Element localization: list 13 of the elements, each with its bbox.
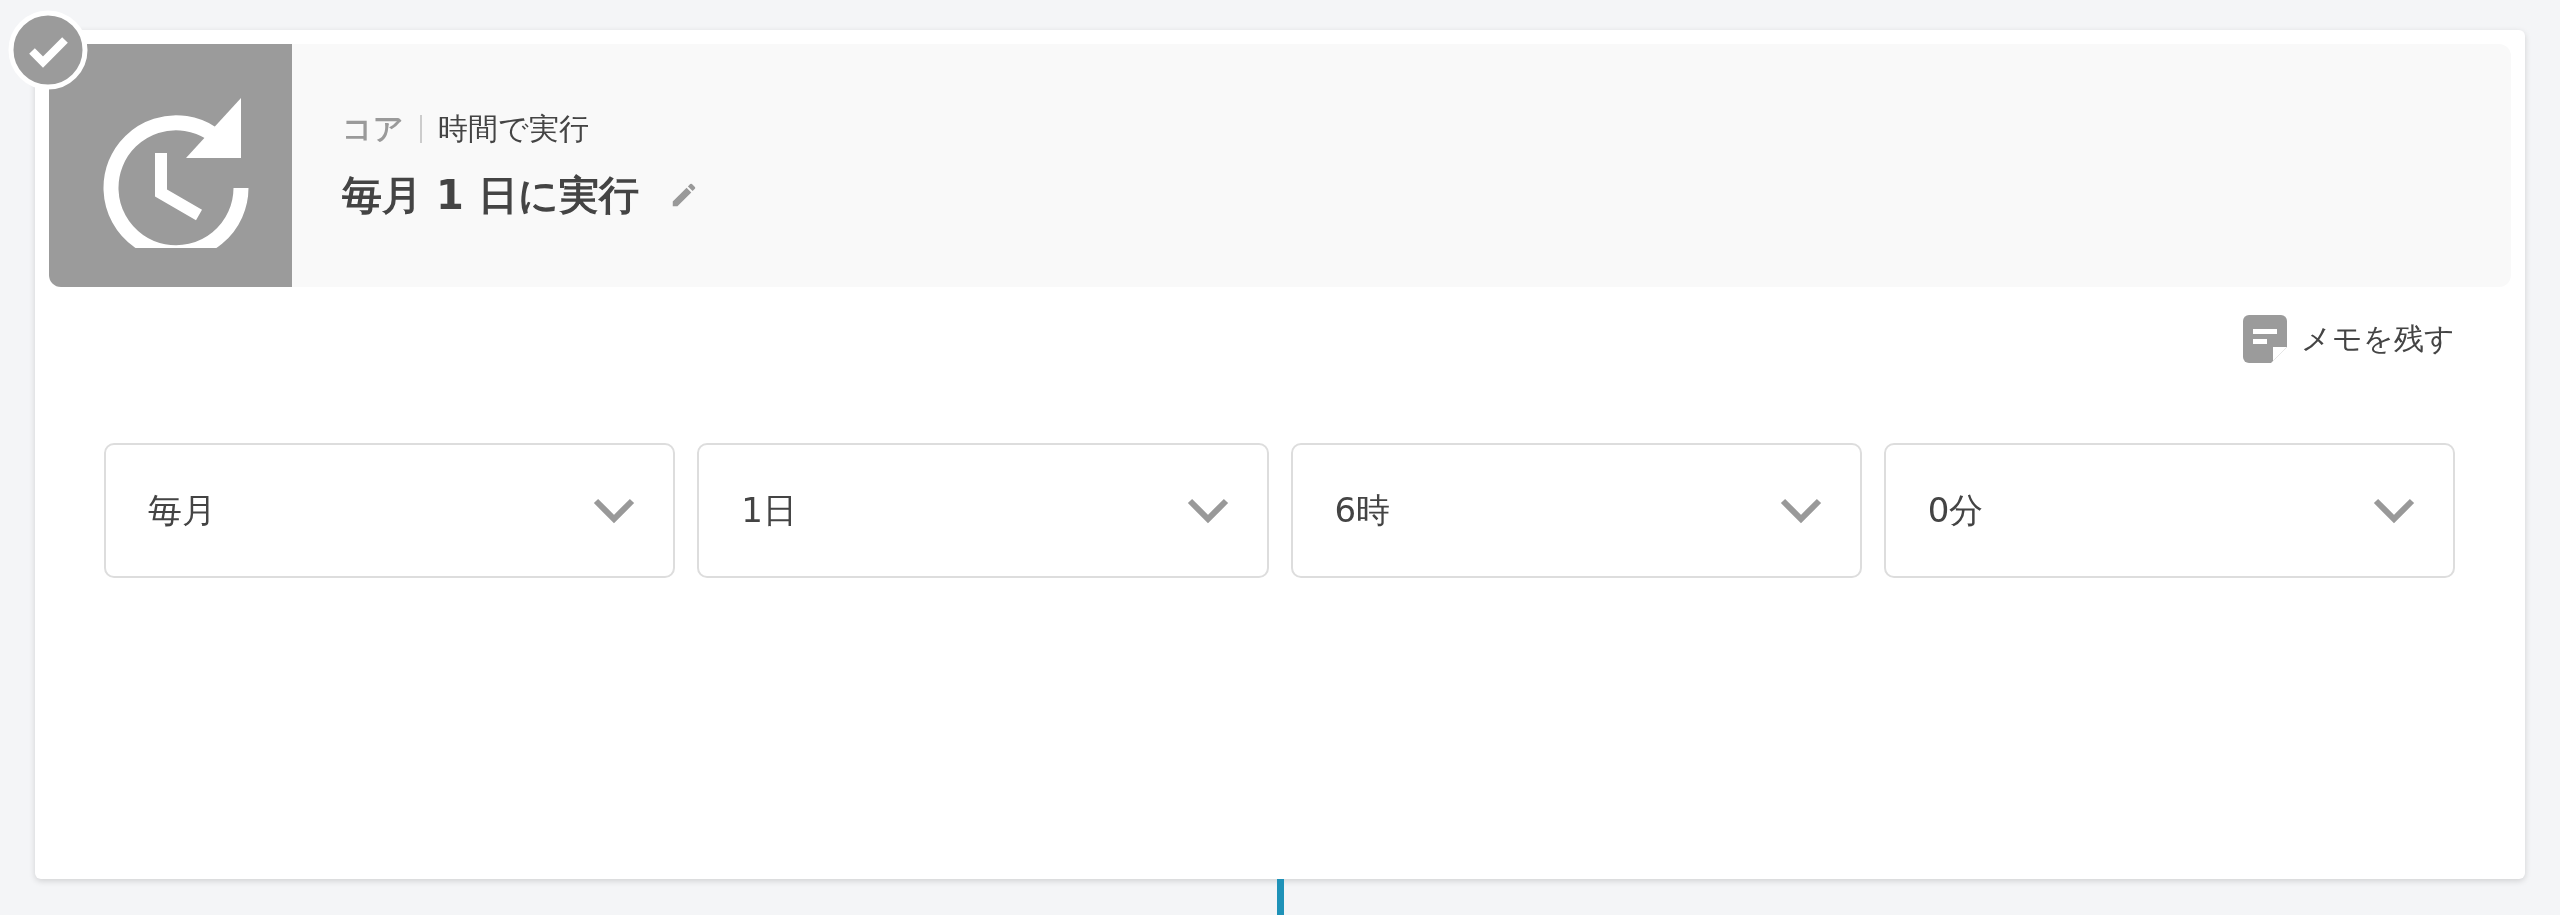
dropdown-select[interactable]: 0分 — [1883, 443, 2455, 578]
dropdown-select[interactable]: 6時 — [1290, 443, 1862, 578]
dropdown-select[interactable]: 毎月 — [104, 443, 676, 578]
trigger-label: 時間で実行 — [438, 109, 589, 148]
chevron-down-icon — [1186, 497, 1229, 524]
chevron-down-icon — [593, 497, 636, 524]
category-label: コア — [342, 109, 404, 148]
dropdown-select[interactable]: 1日 — [697, 443, 1269, 578]
note-icon — [2243, 315, 2287, 363]
step-title: 毎月 1 日に実行 — [342, 170, 639, 220]
memo-link[interactable]: メモを残す — [2243, 315, 2455, 363]
chevron-down-icon — [2373, 497, 2415, 524]
chevron-down-icon — [1779, 497, 1822, 524]
